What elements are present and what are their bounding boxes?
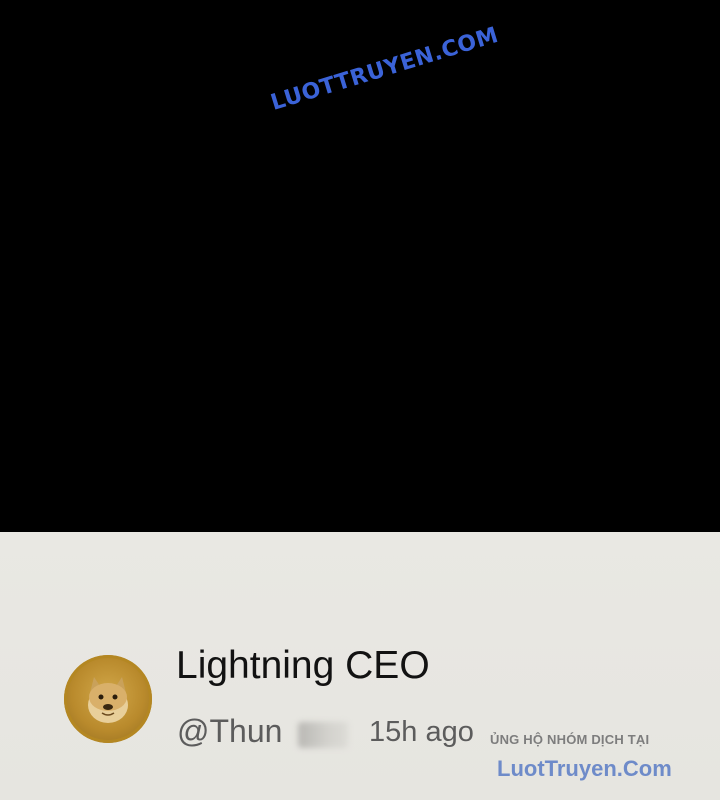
handle-redaction — [298, 722, 348, 748]
watermark-site-name: LuotTruyen.Com — [497, 756, 672, 781]
doge-avatar-icon — [88, 677, 128, 723]
comment-author-handle[interactable]: @Thun — [177, 713, 282, 750]
comment-timestamp: 15h ago — [369, 716, 474, 748]
avatar[interactable] — [64, 655, 152, 743]
comment-author-name[interactable]: Lightning CEO — [176, 644, 430, 688]
watermark-support-text: ỦNG HỘ NHÓM DỊCH TẠI — [490, 732, 650, 747]
